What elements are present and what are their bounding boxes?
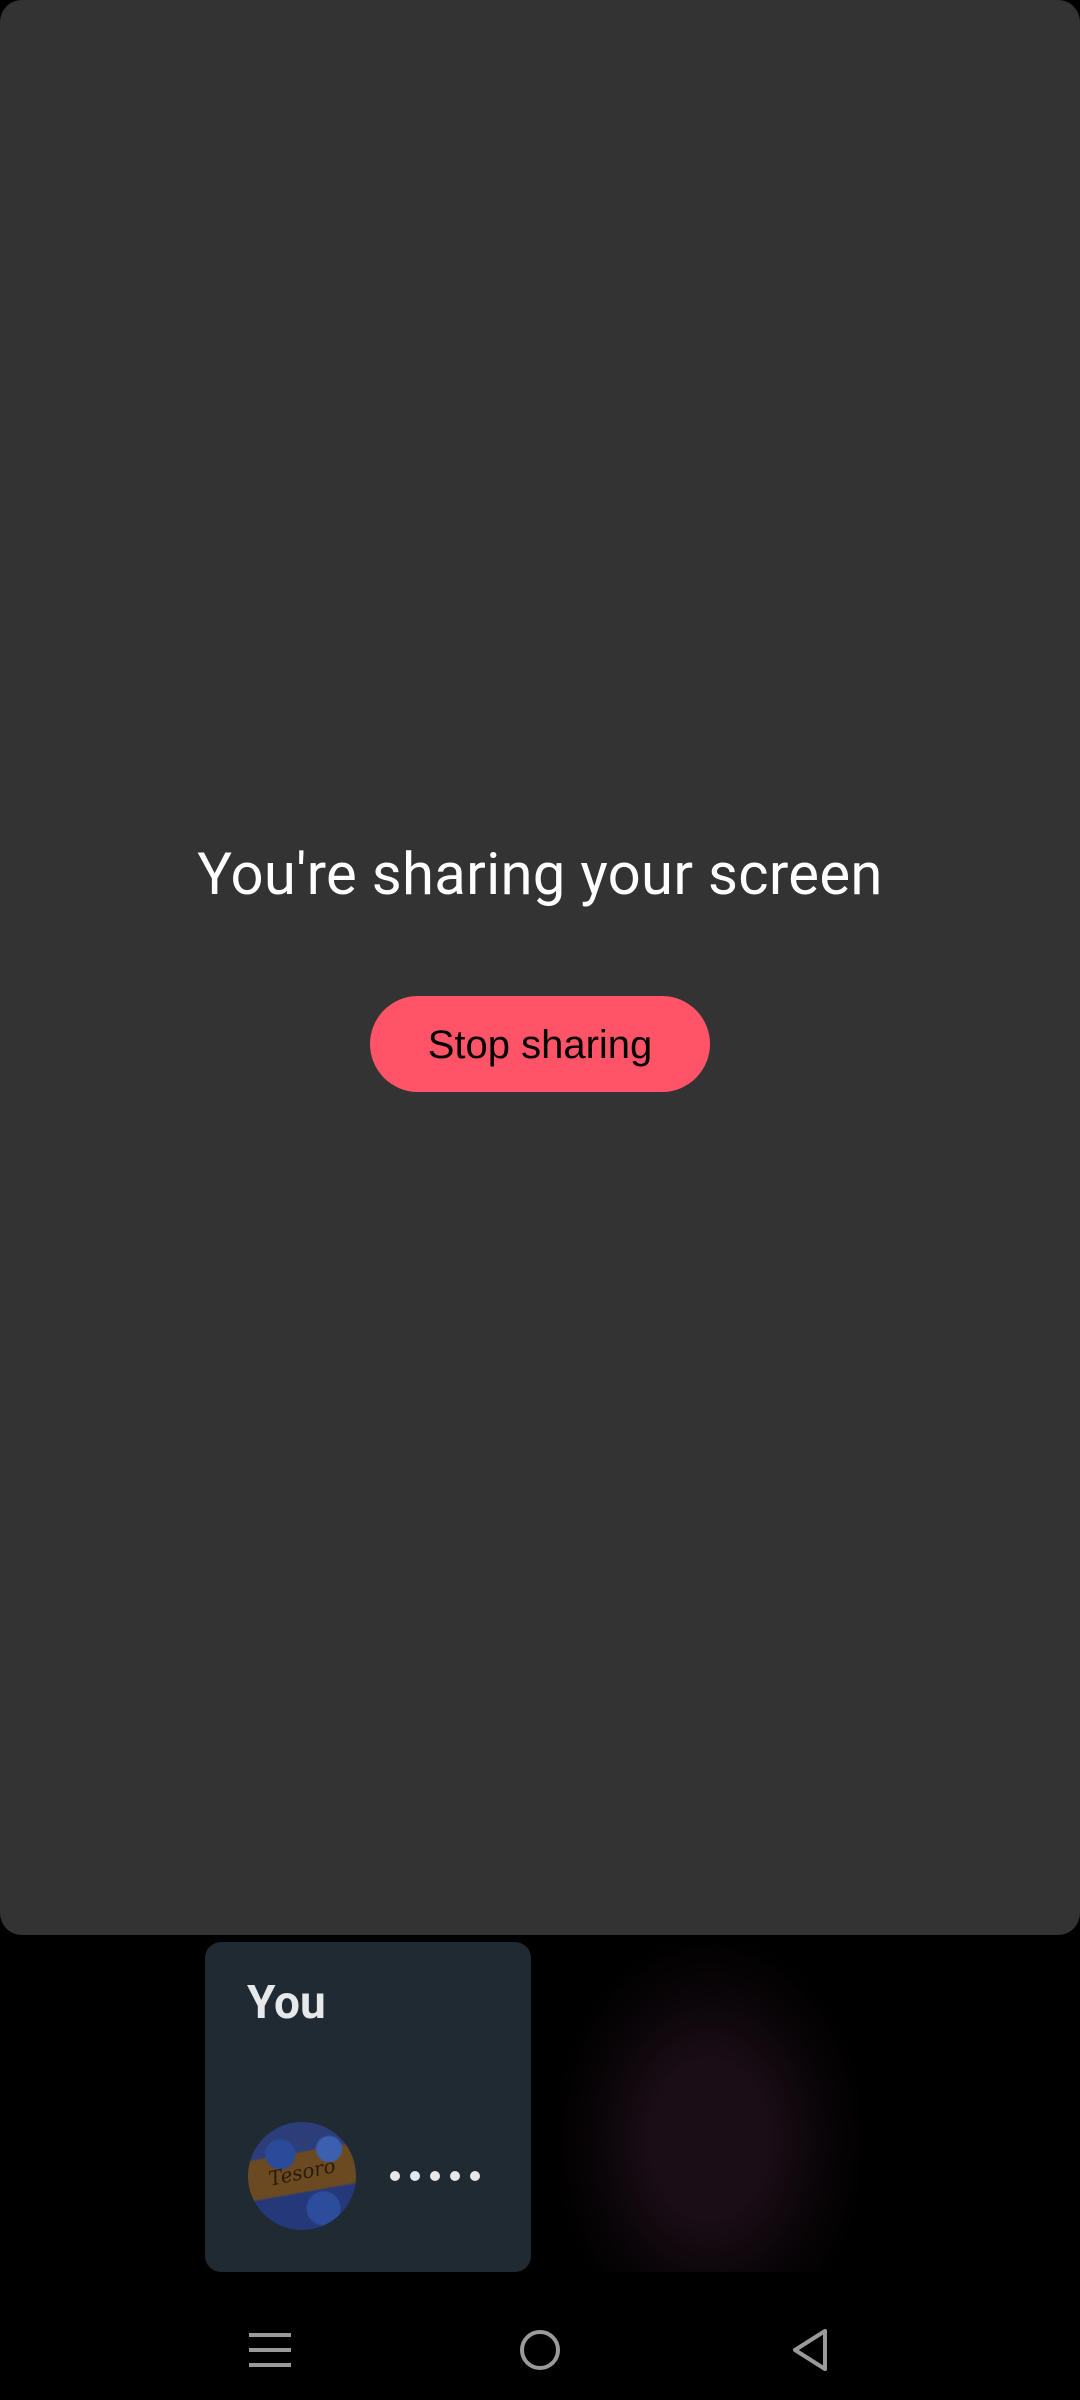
more-options-icon[interactable] xyxy=(390,2164,480,2188)
home-button[interactable] xyxy=(500,2310,580,2390)
recents-button[interactable] xyxy=(230,2310,310,2390)
avatar: Tesoro xyxy=(248,2122,356,2230)
sharing-status-text: You're sharing your screen xyxy=(197,841,883,909)
screen-share-panel: You're sharing your screen Stop sharing xyxy=(0,0,1080,1935)
menu-icon xyxy=(249,2333,291,2367)
self-participant-tile[interactable]: You Tesoro xyxy=(205,1942,531,2272)
system-navigation-bar xyxy=(0,2290,1080,2400)
stop-sharing-button[interactable]: Stop sharing xyxy=(370,996,710,1092)
dot-icon xyxy=(430,2171,440,2181)
remote-participant-tile[interactable] xyxy=(560,1942,860,2272)
dot-icon xyxy=(410,2171,420,2181)
avatar-image-lettering: Tesoro xyxy=(266,2153,338,2191)
dot-icon xyxy=(390,2171,400,2181)
dot-icon xyxy=(450,2171,460,2181)
home-icon xyxy=(520,2330,560,2370)
back-button[interactable] xyxy=(770,2310,850,2390)
back-icon xyxy=(793,2329,827,2371)
dot-icon xyxy=(470,2171,480,2181)
participant-name: You xyxy=(247,1976,326,2030)
